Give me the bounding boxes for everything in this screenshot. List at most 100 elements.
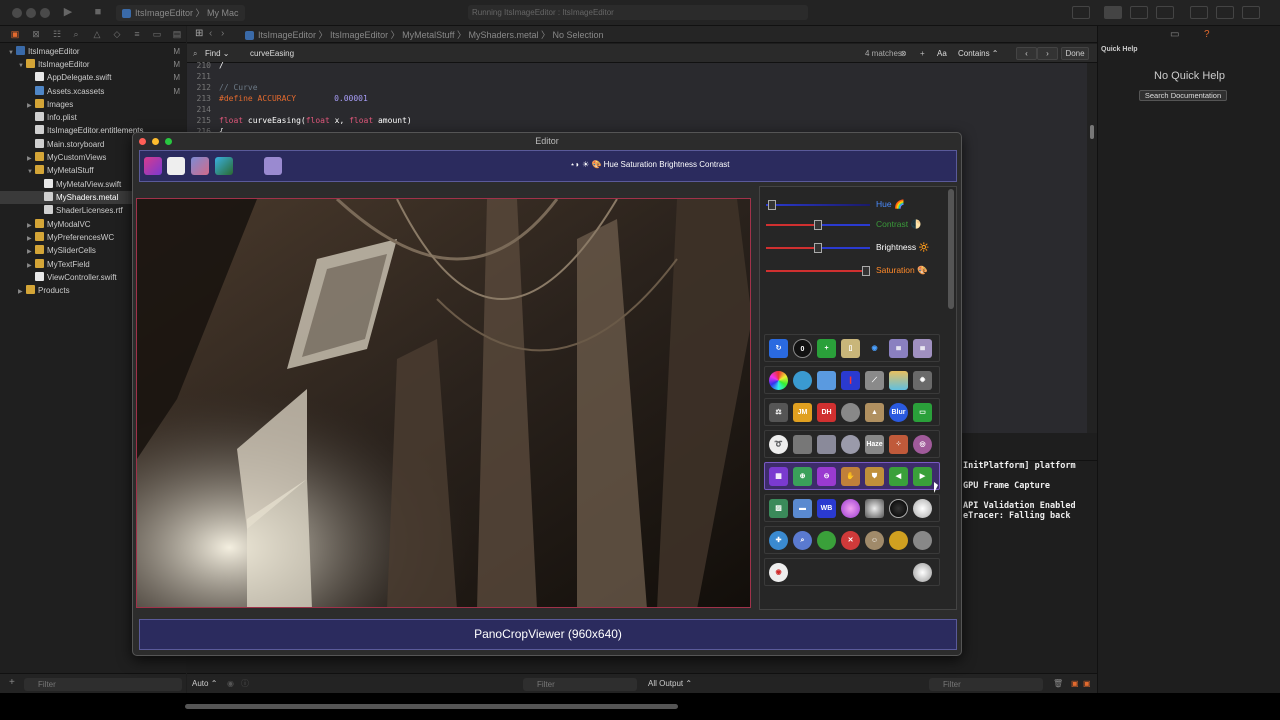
- crosshair-icon[interactable]: ✚: [769, 531, 788, 550]
- image-preview-icon[interactable]: [215, 157, 233, 175]
- hue-slider[interactable]: Hue 🌈: [766, 198, 946, 212]
- console-filter-input[interactable]: Filter: [929, 678, 1043, 691]
- white-orb-icon[interactable]: [913, 563, 932, 582]
- scroll-thumb[interactable]: [1090, 125, 1094, 139]
- stack-alt-icon[interactable]: ≣: [913, 339, 932, 358]
- match-type-selector[interactable]: Contains ⌃: [958, 47, 999, 60]
- breakpoint-navigator-icon[interactable]: ▭: [152, 29, 162, 39]
- breadcrumb-item[interactable]: ItsImageEditor: [330, 30, 388, 40]
- bars-icon[interactable]: [889, 371, 908, 390]
- blur-icon[interactable]: Blur: [889, 403, 908, 422]
- stack-icon[interactable]: ≣: [889, 339, 908, 358]
- lens-icon[interactable]: [793, 371, 812, 390]
- scroll-thumb[interactable]: [185, 704, 678, 709]
- saturation-slider[interactable]: Saturation 🎨: [766, 264, 946, 278]
- output-selector[interactable]: All Output ⌃: [648, 678, 692, 690]
- arrow-left-icon[interactable]: ◀: [889, 467, 908, 486]
- split-left-icon[interactable]: ▣: [1071, 678, 1079, 690]
- light-orb-icon[interactable]: [913, 499, 932, 518]
- magnifier-icon[interactable]: ⌕: [793, 531, 812, 550]
- breadcrumb[interactable]: ItsImageEditor 〉 ItsImageEditor 〉 MyMeta…: [239, 27, 610, 43]
- search-documentation-button[interactable]: Search Documentation: [1139, 90, 1227, 101]
- split-right-icon[interactable]: ▣: [1083, 678, 1091, 690]
- scheme-selector[interactable]: ItsImageEditor 〉 My Mac: [116, 5, 245, 21]
- case-sensitive-button[interactable]: Aa: [937, 47, 947, 60]
- disclosure-closed-icon[interactable]: ▶: [18, 286, 26, 299]
- sphere-icon[interactable]: [841, 435, 860, 454]
- variables-scope-selector[interactable]: Auto ⌃: [192, 678, 217, 690]
- next-match-button[interactable]: ›: [1037, 47, 1058, 60]
- red-eye-icon[interactable]: ◉: [769, 563, 788, 582]
- dots-icon[interactable]: ⁘: [889, 435, 908, 454]
- zoom-minus-icon[interactable]: ⊖: [817, 467, 836, 486]
- ring-icon[interactable]: ◎: [913, 435, 932, 454]
- library-button[interactable]: [1072, 6, 1090, 19]
- close-window-button[interactable]: [12, 8, 22, 18]
- add-icon[interactable]: +: [9, 677, 15, 688]
- source-control-icon[interactable]: ⊠: [31, 29, 41, 39]
- slider-knob[interactable]: [862, 266, 870, 276]
- find-mode-selector[interactable]: Find ⌄: [205, 47, 230, 60]
- contrast-slider[interactable]: Contrast 🌓: [766, 218, 946, 232]
- tree-item-group[interactable]: ▼ ItsImageEditor M: [0, 58, 186, 71]
- forward-icon[interactable]: ›: [221, 28, 224, 39]
- slider-knob[interactable]: [814, 220, 822, 230]
- emboss-icon[interactable]: [793, 435, 812, 454]
- photo-canvas[interactable]: [136, 198, 751, 608]
- bubble-icon[interactable]: [817, 371, 836, 390]
- toggle-debug-button[interactable]: [1216, 6, 1234, 19]
- variables-filter-input[interactable]: Filter: [523, 678, 637, 691]
- tree-item-file[interactable]: Info.plist: [0, 111, 186, 124]
- refresh-icon[interactable]: ↻: [769, 339, 788, 358]
- eye-icon[interactable]: ◉: [865, 339, 884, 358]
- slider-knob[interactable]: [768, 200, 776, 210]
- gear-icon[interactable]: ✹: [913, 371, 932, 390]
- breadcrumb-item[interactable]: ItsImageEditor: [258, 30, 316, 40]
- crystal-icon[interactable]: [817, 435, 836, 454]
- panel-scrollbar[interactable]: [948, 189, 954, 309]
- previous-match-button[interactable]: ‹: [1016, 47, 1037, 60]
- zoom-plus-icon[interactable]: ⊕: [793, 467, 812, 486]
- info-icon[interactable]: ⓘ: [241, 678, 249, 690]
- assistant-editor-button[interactable]: [1130, 6, 1148, 19]
- thermometer-icon[interactable]: ❙: [841, 371, 860, 390]
- toggle-navigator-button[interactable]: [1190, 6, 1208, 19]
- debug-navigator-icon[interactable]: ≡: [132, 29, 142, 39]
- project-navigator-icon[interactable]: ▣: [10, 29, 20, 39]
- arrow-right-icon[interactable]: ▶: [913, 467, 932, 486]
- dh-icon[interactable]: DH: [817, 403, 836, 422]
- add-icon[interactable]: +: [817, 339, 836, 358]
- tree-item-project[interactable]: ▼ ItsImageEditor M: [0, 45, 186, 58]
- issue-navigator-icon[interactable]: △: [92, 29, 102, 39]
- ball-icon[interactable]: [841, 403, 860, 422]
- toggle-inspector-button[interactable]: [1242, 6, 1260, 19]
- picture-icon[interactable]: ▨: [769, 499, 788, 518]
- close-window-button[interactable]: [139, 138, 146, 145]
- find-navigator-icon[interactable]: ⌕: [71, 29, 81, 39]
- photos-icon[interactable]: [191, 157, 209, 175]
- cone-icon[interactable]: ▲: [865, 403, 884, 422]
- gold-icon[interactable]: [889, 531, 908, 550]
- tree-item-file[interactable]: AppDelegate.swift M: [0, 71, 186, 84]
- version-editor-button[interactable]: [1156, 6, 1174, 19]
- related-items-icon[interactable]: ⊞: [195, 28, 203, 39]
- clear-search-icon[interactable]: ⊗: [900, 47, 907, 60]
- breadcrumb-item[interactable]: MyShaders.metal: [468, 30, 538, 40]
- effects-icon[interactable]: [144, 157, 162, 175]
- battery-icon[interactable]: ▯: [841, 339, 860, 358]
- clipboard-icon[interactable]: [264, 157, 282, 175]
- run-icon[interactable]: ▶: [61, 6, 75, 19]
- new-document-icon[interactable]: [167, 157, 185, 175]
- symbol-navigator-icon[interactable]: ☷: [52, 29, 62, 39]
- breadcrumb-item[interactable]: No Selection: [553, 30, 604, 40]
- pinch-icon[interactable]: ✕: [841, 531, 860, 550]
- jm-icon[interactable]: JM: [793, 403, 812, 422]
- slider-knob[interactable]: [814, 243, 822, 253]
- horizontal-scrollbar[interactable]: [0, 693, 1280, 720]
- breadcrumb-item[interactable]: MyMetalStuff: [402, 30, 454, 40]
- stone-icon[interactable]: [913, 531, 932, 550]
- orb-icon[interactable]: [841, 499, 860, 518]
- minimize-window-button[interactable]: [152, 138, 159, 145]
- brush-icon[interactable]: ⟋: [865, 371, 884, 390]
- face-icon[interactable]: ☺: [865, 531, 884, 550]
